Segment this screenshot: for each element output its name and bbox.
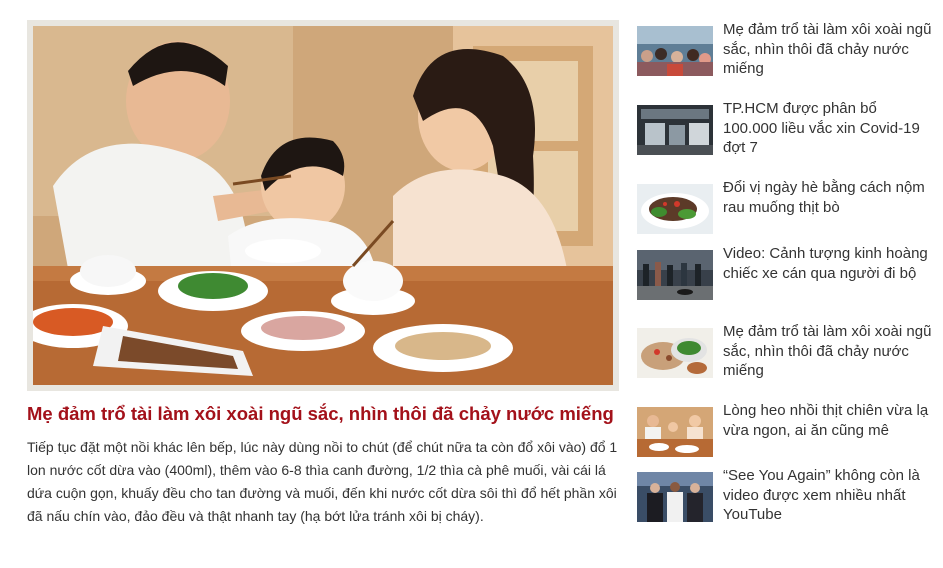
street-accident-thumbnail[interactable]	[637, 250, 713, 300]
family-meal-thumbnail[interactable]	[637, 407, 713, 457]
food-platter-thumbnail[interactable]	[637, 328, 713, 378]
featured-article: Mẹ đảm trổ tài làm xôi xoài ngũ sắc, nhì…	[27, 20, 619, 528]
related-item-title[interactable]: “See You Again” không còn là video được …	[723, 466, 935, 525]
warehouse-vaccine-thumbnail[interactable]	[637, 105, 713, 155]
featured-summary: Tiếp tục đặt một nồi khác lên bếp, lúc n…	[27, 439, 618, 524]
related-item-title[interactable]: Video: Cảnh tượng kinh hoàng chiếc xe cá…	[723, 244, 935, 283]
featured-image-link[interactable]	[27, 20, 619, 391]
beef-salad-thumbnail[interactable]	[637, 184, 713, 234]
featured-headline-link[interactable]: Mẹ đảm trổ tài làm xôi xoài ngũ sắc, nhì…	[27, 401, 619, 426]
crowd-street-thumbnail[interactable]	[637, 26, 713, 76]
related-item-title[interactable]: Mẹ đảm trổ tài làm xôi xoài ngũ sắc, nhì…	[723, 322, 935, 381]
family-dinner-photo	[33, 26, 613, 385]
music-video-thumbnail[interactable]	[637, 472, 713, 522]
related-item-title[interactable]: TP.HCM được phân bổ 100.000 liều vắc xin…	[723, 99, 935, 158]
related-item-title[interactable]: Lòng heo nhồi thịt chiên vừa lạ vừa ngon…	[723, 401, 935, 440]
related-item-title[interactable]: Mẹ đảm trổ tài làm xôi xoài ngũ sắc, nhì…	[723, 20, 935, 79]
related-item-title[interactable]: Đổi vị ngày hè bằng cách nộm rau muống t…	[723, 178, 935, 217]
